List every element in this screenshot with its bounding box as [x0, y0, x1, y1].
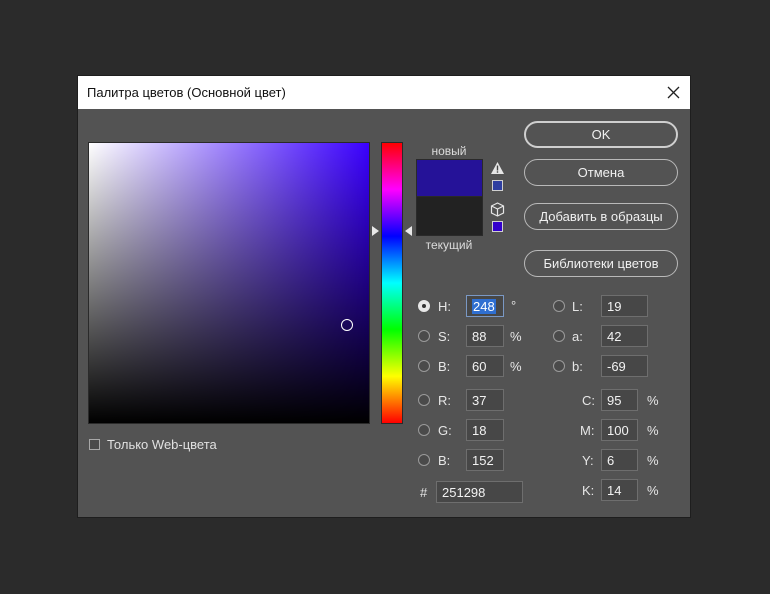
brightness-unit: % — [510, 359, 522, 374]
lab-l-label: L: — [572, 299, 583, 314]
saturation-label: S: — [438, 329, 451, 344]
lab-b-input[interactable]: -69 — [601, 355, 648, 377]
magenta-input[interactable]: 100 — [601, 419, 638, 441]
yellow-input[interactable]: 6 — [601, 449, 638, 471]
green-label: G: — [438, 423, 452, 438]
out-of-gamut-warning-icon[interactable] — [490, 161, 505, 175]
lab-l-radio[interactable] — [553, 300, 565, 312]
saturation-unit: % — [510, 329, 522, 344]
brightness-input[interactable]: 60 — [466, 355, 504, 377]
color-field-picker[interactable] — [341, 319, 353, 331]
brightness-label: B: — [438, 359, 451, 374]
lab-a-label: a: — [572, 329, 583, 344]
black-input[interactable]: 14 — [601, 479, 638, 501]
hue-label: H: — [438, 299, 451, 314]
black-unit: % — [647, 483, 659, 498]
color-libraries-button[interactable]: Библиотеки цветов — [524, 250, 678, 277]
web-only-checkbox[interactable] — [89, 439, 100, 450]
hex-input[interactable]: 251298 — [436, 481, 523, 503]
hue-value: 248 — [472, 299, 496, 314]
hue-slider[interactable] — [382, 143, 402, 423]
current-color-label: текущий — [425, 238, 473, 252]
current-color-swatch[interactable] — [417, 197, 482, 235]
web-safe-cube-icon[interactable] — [490, 202, 505, 217]
dialog-title: Палитра цветов (Основной цвет) — [87, 85, 286, 100]
brightness-radio[interactable] — [418, 360, 430, 372]
web-only-option[interactable]: Только Web-цвета — [89, 437, 217, 452]
blue-input[interactable]: 152 — [466, 449, 504, 471]
yellow-label: Y: — [582, 453, 594, 468]
red-input[interactable]: 37 — [466, 389, 504, 411]
web-only-label: Только Web-цвета — [107, 437, 217, 452]
blue-radio[interactable] — [418, 454, 430, 466]
title-bar: Палитра цветов (Основной цвет) — [78, 76, 690, 109]
black-label: K: — [582, 483, 595, 498]
saturation-input[interactable]: 88 — [466, 325, 504, 347]
red-label: R: — [438, 393, 451, 408]
magenta-unit: % — [647, 423, 659, 438]
new-color-swatch — [417, 160, 482, 197]
add-to-swatches-button[interactable]: Добавить в образцы — [524, 203, 678, 230]
hue-input[interactable]: 248 — [466, 295, 504, 317]
red-radio[interactable] — [418, 394, 430, 406]
saturation-radio[interactable] — [418, 330, 430, 342]
hex-label: # — [420, 485, 428, 500]
lab-b-label: b: — [572, 359, 583, 374]
ok-button[interactable]: OK — [524, 121, 678, 148]
yellow-unit: % — [647, 453, 659, 468]
lab-a-radio[interactable] — [553, 330, 565, 342]
magenta-label: M: — [580, 423, 595, 438]
blue-label: B: — [438, 453, 451, 468]
close-button[interactable] — [660, 79, 686, 105]
cyan-unit: % — [647, 393, 659, 408]
lab-l-input[interactable]: 19 — [601, 295, 648, 317]
cancel-button[interactable]: Отмена — [524, 159, 678, 186]
hue-slider-handle-right[interactable] — [405, 226, 412, 236]
green-radio[interactable] — [418, 424, 430, 436]
web-safe-color-swatch[interactable] — [492, 221, 503, 232]
color-field[interactable] — [89, 143, 369, 423]
lab-b-radio[interactable] — [553, 360, 565, 372]
green-input[interactable]: 18 — [466, 419, 504, 441]
hue-slider-handle-left[interactable] — [372, 226, 379, 236]
hue-unit: ° — [511, 298, 517, 313]
hue-radio[interactable] — [418, 300, 430, 312]
cyan-label: C: — [582, 393, 595, 408]
lab-a-input[interactable]: 42 — [601, 325, 648, 347]
gamut-color-swatch[interactable] — [492, 180, 503, 191]
color-picker-dialog: Палитра цветов (Основной цвет) Только We… — [78, 76, 690, 517]
cyan-input[interactable]: 95 — [601, 389, 638, 411]
close-icon — [667, 86, 679, 98]
new-color-label: новый — [431, 144, 467, 158]
